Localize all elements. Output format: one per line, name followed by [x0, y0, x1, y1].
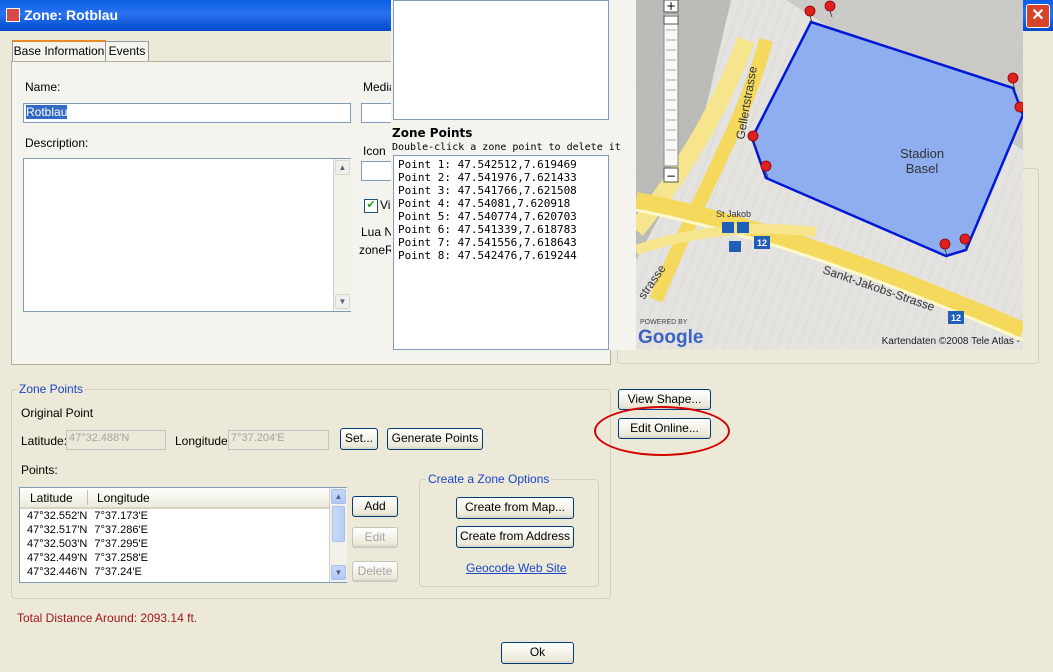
create-from-map-button[interactable]: Create from Map...	[456, 497, 574, 519]
list-item[interactable]: Point 3: 47.541766,7.621508	[398, 184, 604, 197]
list-item[interactable]: Point 1: 47.542512,7.619469	[398, 158, 604, 171]
app-icon[interactable]	[6, 8, 20, 22]
list-item[interactable]: Point 6: 47.541339,7.618783	[398, 223, 604, 236]
set-button[interactable]: Set...	[340, 428, 378, 450]
scroll-up-icon[interactable]: ▲	[335, 160, 350, 175]
name-value: Rotblau	[26, 105, 68, 119]
map-stadium-line1: Stadion	[900, 146, 944, 161]
zoom-slider-handle[interactable]	[663, 15, 679, 25]
points-label: Points:	[21, 463, 58, 477]
lua-name-label: Lua N	[361, 225, 394, 239]
scroll-down-icon[interactable]: ▼	[331, 565, 346, 580]
table-row[interactable]: 47°32.517'N 7°37.286'E	[20, 523, 148, 537]
svg-text:12: 12	[951, 313, 961, 323]
popup-title: Zone Points	[392, 126, 473, 140]
latitude-label: Latitude:	[21, 434, 68, 448]
list-item[interactable]: Point 5: 47.540774,7.620703	[398, 210, 604, 223]
latitude-field[interactable]: 47°32.488'N	[66, 430, 166, 450]
longitude-label: Longitude	[175, 434, 228, 448]
name-label: Name:	[25, 80, 61, 94]
google-logo: Google	[638, 327, 703, 348]
description-label: Description:	[25, 136, 89, 150]
geocode-web-site-link[interactable]: Geocode Web Site	[466, 561, 567, 575]
column-divider[interactable]	[87, 490, 88, 505]
popup-hint: Double-click a zone point to delete it	[392, 142, 621, 153]
tram-stop-icon	[737, 222, 749, 233]
table-row[interactable]: 47°32.552'N 7°37.173'E	[20, 509, 148, 523]
visible-label: Vi	[380, 198, 391, 212]
create-from-address-button[interactable]: Create from Address	[456, 526, 574, 548]
close-button[interactable]: ✕	[1026, 4, 1050, 28]
svg-text:−: −	[666, 169, 676, 183]
highlight-circle	[594, 406, 730, 456]
generate-points-button[interactable]: Generate Points	[387, 428, 483, 450]
list-item[interactable]: Point 2: 47.541976,7.621433	[398, 171, 604, 184]
map-stadium-line2: Basel	[906, 161, 939, 176]
powered-by-label: POWERED BY	[640, 319, 688, 326]
zone-points-popup: Zone Points Double-click a zone point to…	[391, 0, 637, 350]
add-point-button[interactable]: Add	[352, 496, 398, 517]
list-item[interactable]: Point 7: 47.541556,7.618643	[398, 236, 604, 249]
tab-base-information[interactable]: Base Information	[12, 40, 106, 63]
icon-label: Icon	[363, 144, 386, 158]
zone-points-group-label: Zone Points	[17, 382, 86, 396]
bus-stop-icon	[722, 222, 734, 233]
zone-lua-value: zoneR	[359, 243, 394, 257]
table-row[interactable]: 47°32.449'N 7°37.258'E	[20, 551, 148, 565]
tab-events[interactable]: Events	[105, 41, 149, 62]
map-copyright: Kartendaten ©2008 Tele Atlas -	[882, 336, 1020, 347]
points-table-scrollbar[interactable]: ▲ ▼	[329, 488, 347, 582]
media-field[interactable]	[361, 103, 393, 123]
table-row[interactable]: 47°32.503'N 7°37.295'E	[20, 537, 148, 551]
svg-text:12: 12	[757, 238, 767, 248]
longitude-field[interactable]: 7°37.204'E	[228, 430, 329, 450]
total-distance-label: Total Distance Around: 2093.14 ft.	[17, 611, 198, 625]
table-row[interactable]: 47°32.446'N 7°37.24'E	[20, 565, 148, 579]
column-header-longitude[interactable]: Longitude	[97, 491, 150, 505]
map-stop-label: St Jakob	[716, 209, 751, 219]
svg-text:+: +	[666, 0, 676, 13]
list-item[interactable]: Point 4: 47.54081,7.620918	[398, 197, 604, 210]
delete-point-button[interactable]: Delete	[352, 561, 398, 582]
list-item[interactable]: Point 8: 47.542476,7.619244	[398, 249, 604, 262]
scroll-up-icon[interactable]: ▲	[331, 489, 346, 504]
scroll-down-icon[interactable]: ▼	[335, 294, 350, 309]
popup-top-list[interactable]	[393, 0, 609, 120]
scroll-thumb[interactable]	[332, 506, 345, 542]
points-table-body: 47°32.552'N 7°37.173'E 47°32.517'N 7°37.28…	[20, 509, 148, 579]
original-point-label: Original Point	[21, 406, 94, 420]
edit-point-button[interactable]: Edit	[352, 527, 398, 548]
close-icon: ✕	[1031, 7, 1045, 24]
visible-checkbox[interactable]: ✔	[364, 199, 378, 213]
map-view[interactable]: Stadion Basel Gellertstrasse Sankt-Jakob…	[636, 0, 1023, 349]
points-table[interactable]: Latitude Longitude 47°32.552'N 7°37.173'E…	[19, 487, 347, 583]
window-title: Zone: Rotblau	[24, 7, 119, 23]
ok-button[interactable]: Ok	[501, 642, 574, 664]
name-field[interactable]: Rotblau	[23, 103, 351, 123]
icon-field[interactable]	[361, 161, 393, 181]
bus-icon	[729, 241, 741, 252]
create-options-label: Create a Zone Options	[426, 472, 552, 486]
description-field[interactable]	[23, 158, 351, 312]
description-scrollbar[interactable]: ▲ ▼	[333, 159, 351, 311]
column-header-latitude[interactable]: Latitude	[30, 491, 73, 505]
popup-points-list[interactable]: Point 1: 47.542512,7.619469 Point 2: 47.…	[393, 155, 609, 350]
